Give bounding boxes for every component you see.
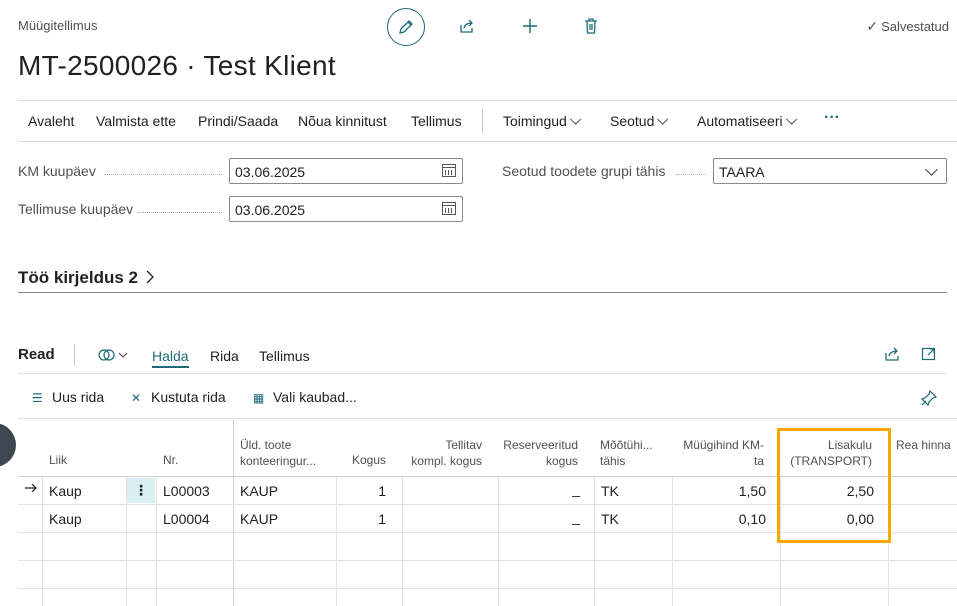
chevron-down-icon	[925, 163, 938, 176]
calendar-icon[interactable]	[442, 164, 456, 177]
row-2-uom[interactable]: TK	[601, 511, 619, 527]
row-2-quantity[interactable]: 1	[336, 511, 386, 527]
current-row-arrow-icon	[24, 481, 38, 497]
menu-actions[interactable]: Toimingud	[503, 113, 582, 129]
divider	[74, 344, 75, 366]
lines-title: Read	[18, 346, 55, 363]
new-icon[interactable]	[512, 8, 548, 44]
grid-vline	[42, 476, 43, 606]
extra-cost-highlight	[777, 428, 891, 543]
row-2-gen-posting[interactable]: KAUP	[240, 511, 278, 527]
row-2-unit-price[interactable]: 0,10	[672, 511, 766, 527]
row-2-reserved-qty[interactable]: _	[498, 509, 580, 525]
column-header-uom[interactable]: Mõõtühi... tähis	[600, 437, 653, 469]
share-icon[interactable]	[449, 8, 485, 44]
item-group-label: Seotud toodete grupi tähis	[502, 163, 666, 179]
menu-automate[interactable]: Automatiseeri	[697, 113, 797, 129]
column-header-unit-price[interactable]: Müügihind KM-ta	[672, 437, 764, 469]
row-1-uom[interactable]: TK	[601, 483, 619, 499]
row-1-gen-posting[interactable]: KAUP	[240, 483, 278, 499]
vat-date-input[interactable]: 03.06.2025	[229, 158, 463, 184]
side-handle[interactable]	[0, 423, 16, 467]
field-leader	[676, 174, 706, 175]
action-bar: Avaleht Valmista ette Prindi/Saada Nõua …	[18, 100, 957, 142]
grid-border	[18, 418, 957, 419]
column-header-assemble-qty[interactable]: Tellitav kompl. kogus	[402, 437, 482, 469]
calendar-icon[interactable]	[442, 202, 456, 215]
column-header-reserved-qty[interactable]: Reserveeritud kogus	[498, 437, 578, 469]
divider	[18, 373, 947, 374]
new-line-button[interactable]: ☰ Uus rida	[32, 389, 104, 405]
tab-manage[interactable]: Halda	[152, 348, 189, 368]
share-icon[interactable]	[884, 346, 902, 365]
section-divider	[18, 292, 947, 293]
field-leader	[104, 174, 222, 175]
tab-order[interactable]: Tellimus	[259, 348, 310, 364]
order-date-input[interactable]: 03.06.2025	[229, 196, 463, 222]
column-header-quantity[interactable]: Kogus	[336, 452, 386, 468]
grid-vline	[233, 420, 234, 606]
select-items-icon: ▦	[253, 391, 265, 405]
check-icon: ✓	[866, 18, 879, 34]
delete-line-button[interactable]: ✕ Kustuta rida	[131, 389, 226, 405]
delete-icon[interactable]	[573, 8, 609, 44]
expand-icon[interactable]	[921, 346, 937, 365]
item-group-select[interactable]: TAARA	[713, 158, 947, 184]
new-line-icon: ☰	[32, 391, 43, 405]
copilot-icon[interactable]	[98, 347, 130, 366]
order-date-label: Tellimuse kuupäev	[18, 201, 134, 217]
edit-icon[interactable]	[387, 8, 425, 46]
delete-line-icon: ✕	[131, 391, 142, 405]
row-1-type[interactable]: Kaup	[49, 483, 82, 499]
grid-hline	[18, 560, 957, 561]
action-order[interactable]: Tellimus	[411, 113, 462, 129]
page-caption: Müügitellimus	[18, 18, 98, 33]
grid-vline	[402, 476, 403, 606]
page-title: MT-2500026 · Test Klient	[18, 50, 336, 81]
grid-hline	[18, 588, 957, 589]
action-print-send[interactable]: Prindi/Saada	[198, 113, 278, 129]
section-header[interactable]: Töö kirjeldus 2	[18, 268, 155, 288]
saved-status: ✓ Salvestatud	[866, 18, 949, 34]
action-home[interactable]: Avaleht	[28, 113, 74, 129]
menu-related[interactable]: Seotud	[610, 113, 669, 129]
grid-vline	[594, 476, 595, 606]
row-2-no[interactable]: L00004	[163, 511, 210, 527]
select-items-button[interactable]: ▦ Vali kaubad...	[253, 389, 357, 405]
more-options-icon[interactable]: ···	[824, 109, 840, 127]
action-request-approval[interactable]: Nõua kinnitust	[298, 113, 387, 129]
tab-line[interactable]: Rida	[210, 348, 239, 364]
column-header-gen-posting[interactable]: Üld. toote konteeringur...	[240, 437, 316, 469]
chevron-right-icon	[146, 270, 154, 284]
column-header-line-discount[interactable]: Rea hinna	[896, 437, 951, 453]
grid-vline	[156, 476, 157, 606]
pin-icon[interactable]	[920, 389, 938, 410]
row-1-quantity[interactable]: 1	[336, 483, 386, 499]
row-actions-button[interactable]: ⋮	[127, 478, 155, 503]
row-1-no[interactable]: L00003	[163, 483, 210, 499]
column-header-no[interactable]: Nr.	[163, 452, 178, 468]
row-1-reserved-qty[interactable]: _	[498, 481, 580, 497]
action-prepare[interactable]: Valmista ette	[96, 113, 176, 129]
vat-date-label: KM kuupäev	[18, 163, 96, 179]
row-2-type[interactable]: Kaup	[49, 511, 82, 527]
row-1-unit-price[interactable]: 1,50	[672, 483, 766, 499]
column-header-type[interactable]: Liik	[49, 452, 67, 468]
field-leader	[138, 212, 222, 213]
divider	[482, 109, 483, 133]
